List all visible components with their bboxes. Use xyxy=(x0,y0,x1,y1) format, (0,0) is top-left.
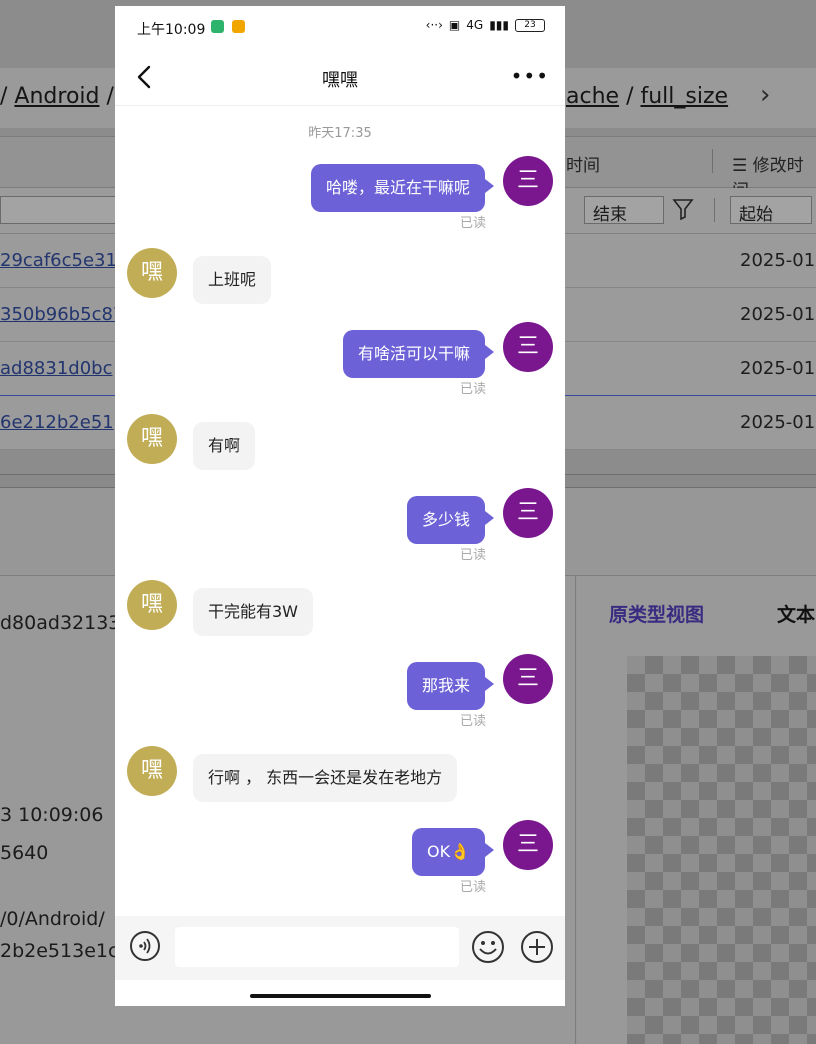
signal-icon: ▮▮▮ xyxy=(489,18,509,32)
chevron-right-icon[interactable]: › xyxy=(760,80,770,110)
status-time: 上午10:09 xyxy=(137,22,206,38)
bubble-tail xyxy=(485,677,494,691)
breadcrumb-right: ache / full_size xyxy=(566,84,728,109)
file-date: 2025-01 xyxy=(740,358,816,379)
outgoing-message[interactable]: 有啥活可以干嘛 xyxy=(342,330,485,378)
column-header-time[interactable]: 时间 xyxy=(566,151,600,176)
phone-chat-screenshot: 上午10:09 ‹··› ▣ 4G ▮▮▮ 23 嘿嘿 ••• 昨天17:35 … xyxy=(115,6,565,1006)
breadcrumb-item[interactable]: ache xyxy=(566,84,619,109)
message-notification-icon xyxy=(232,20,245,33)
image-preview-transparent xyxy=(627,656,816,1044)
file-date: 2025-01 xyxy=(740,250,816,271)
my-avatar[interactable]: 三 xyxy=(503,156,553,206)
preview-panel: 原类型视图 文本 xyxy=(577,576,816,1044)
tab-text-view[interactable]: 文本 xyxy=(777,600,815,627)
filter-icon[interactable] xyxy=(672,197,694,221)
file-date: 2025-01 xyxy=(740,412,816,433)
message-input[interactable] xyxy=(175,927,459,967)
app-notification-icon xyxy=(211,20,224,33)
contact-avatar[interactable]: 嘿 xyxy=(127,248,177,298)
read-receipt: 已读 xyxy=(460,548,487,563)
filter-end-input[interactable]: 结束 xyxy=(584,196,664,225)
outgoing-message[interactable]: 那我来 xyxy=(406,662,485,710)
status-bar: 上午10:09 ‹··› ▣ 4G ▮▮▮ 23 xyxy=(115,6,565,50)
my-avatar[interactable]: 三 xyxy=(503,488,553,538)
home-indicator[interactable] xyxy=(250,994,431,998)
read-receipt: 已读 xyxy=(460,880,487,895)
breadcrumb-item[interactable]: full_size xyxy=(640,84,728,109)
bubble-tail xyxy=(485,345,494,359)
more-options-icon[interactable]: ••• xyxy=(511,64,549,88)
my-avatar[interactable]: 三 xyxy=(503,654,553,704)
bubble-tail xyxy=(485,179,494,193)
property-value: 3 10:09:06 xyxy=(0,804,104,826)
filter-start-input[interactable]: 起始 xyxy=(730,196,812,225)
tab-raw-view[interactable]: 原类型视图 xyxy=(609,600,704,627)
breadcrumb-sep: / xyxy=(626,84,634,109)
chat-title: 嘿嘿 xyxy=(322,70,358,91)
my-avatar[interactable]: 三 xyxy=(503,820,553,870)
contact-avatar[interactable]: 嘿 xyxy=(127,414,177,464)
contact-avatar[interactable]: 嘿 xyxy=(127,746,177,796)
outgoing-message[interactable]: 多少钱 xyxy=(406,496,485,544)
contact-avatar[interactable]: 嘿 xyxy=(127,580,177,630)
column-separator xyxy=(714,198,715,222)
property-value: 2b2e513e1c xyxy=(0,940,119,962)
property-value: d80ad32133 xyxy=(0,612,121,634)
my-avatar[interactable]: 三 xyxy=(503,322,553,372)
column-separator xyxy=(712,149,713,173)
outgoing-message[interactable]: 哈喽，最近在干嘛呢 xyxy=(310,164,485,212)
incoming-message[interactable]: 有啊 xyxy=(193,422,256,470)
bubble-tail xyxy=(485,511,494,525)
file-hash-link[interactable]: 29caf6c5e314 xyxy=(0,250,128,271)
status-indicators: ‹··› ▣ 4G ▮▮▮ 23 xyxy=(426,18,545,32)
property-value: /0/Android/ xyxy=(0,908,105,930)
read-receipt: 已读 xyxy=(460,382,487,397)
incoming-message[interactable]: 行啊 ， 东西一会还是发在老地方 xyxy=(193,754,458,802)
battery-icon: 23 xyxy=(515,18,545,32)
message-timestamp: 昨天17:35 xyxy=(308,126,372,141)
filter-input[interactable] xyxy=(0,196,120,224)
voice-input-icon[interactable] xyxy=(129,930,161,962)
breadcrumb-sep: / xyxy=(106,84,114,109)
read-receipt: 已读 xyxy=(460,216,487,231)
property-value: 5640 xyxy=(0,842,49,864)
chat-input-bar xyxy=(115,916,565,980)
emoji-icon[interactable] xyxy=(471,930,505,964)
nfc-icon: ‹··› xyxy=(425,18,443,32)
file-hash-link[interactable]: 6e212b2e51 xyxy=(0,412,114,433)
add-attachment-icon[interactable] xyxy=(520,930,554,964)
network-type: 4G xyxy=(466,18,484,32)
file-date: 2025-01 xyxy=(740,304,816,325)
bubble-tail xyxy=(485,843,494,857)
read-receipt: 已读 xyxy=(460,714,487,729)
incoming-message[interactable]: 上班呢 xyxy=(193,256,272,304)
file-hash-link[interactable]: ad8831d0bc xyxy=(0,358,112,379)
list-icon: ☰ xyxy=(732,156,753,176)
breadcrumb-left: / Android / c xyxy=(0,84,133,109)
breadcrumb-item[interactable]: Android xyxy=(14,84,99,109)
chat-header: 嘿嘿 ••• xyxy=(115,50,565,106)
file-hash-link[interactable]: 350b96b5c87 xyxy=(0,304,124,325)
hd-icon: ▣ xyxy=(448,18,461,32)
incoming-message[interactable]: 干完能有3W xyxy=(193,588,314,636)
outgoing-message[interactable]: OK👌 xyxy=(411,828,485,876)
breadcrumb-sep: / xyxy=(0,84,8,109)
